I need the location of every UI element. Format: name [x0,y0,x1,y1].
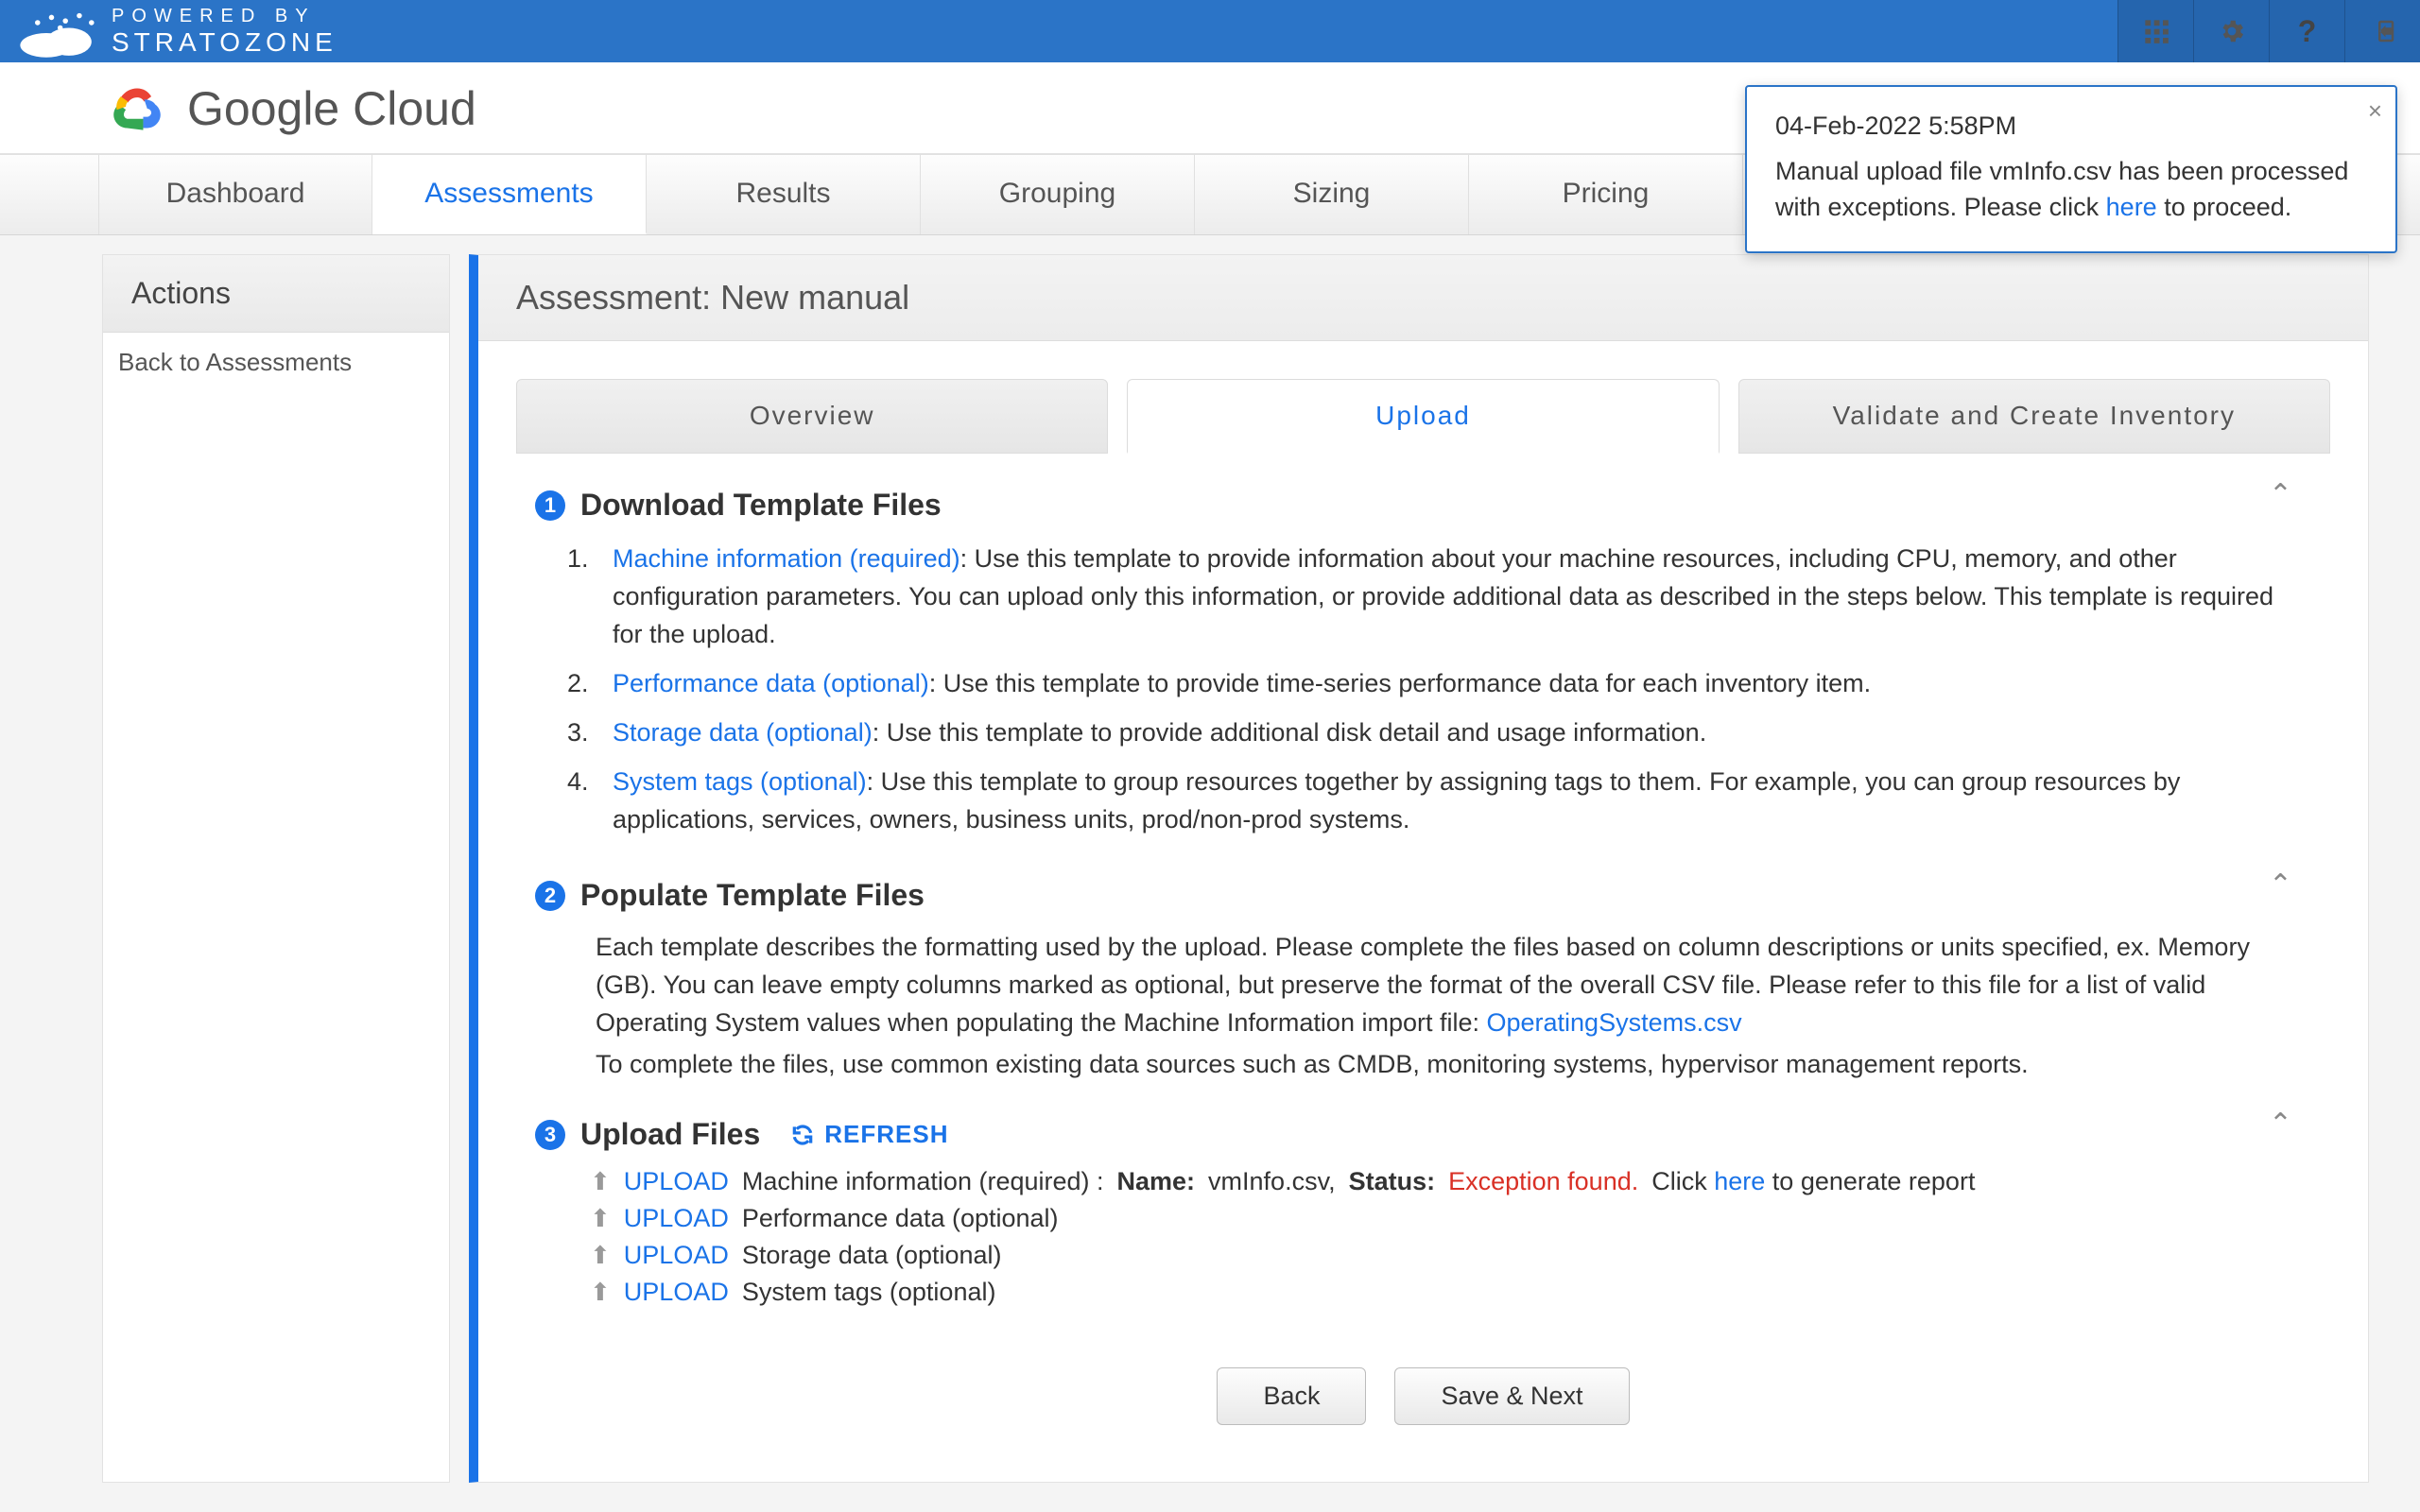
google-cloud-icon [104,82,170,135]
upload-row-performance: ⬆ UPLOAD Performance data (optional) [590,1200,2292,1237]
refresh-button[interactable]: REFRESH [790,1120,948,1149]
upload-link-storage[interactable]: UPLOAD [624,1241,729,1270]
back-button[interactable]: Back [1217,1367,1366,1425]
step-1-section: ⌃ 1 Download Template Files Machine info… [478,454,2368,844]
help-icon[interactable]: ? [2269,0,2344,62]
google-cloud-text: Google Cloud [187,81,476,136]
upload-link-tags[interactable]: UPLOAD [624,1278,729,1307]
main-area: Actions Back to Assessments Assessment: … [0,235,2420,1483]
notification-toast: × 04-Feb-2022 5:58PM Manual upload file … [1745,85,2397,253]
toast-message: Manual upload file vmInfo.csv has been p… [1775,153,2367,225]
step-2-number: 2 [535,881,565,911]
system-tags-link[interactable]: System tags (optional) [613,767,867,796]
machine-info-link[interactable]: Machine information (required) [613,544,960,573]
close-icon[interactable]: × [2368,93,2382,129]
back-to-assessments-link[interactable]: Back to Assessments [103,333,449,392]
file-name: vmInfo.csv, [1208,1167,1336,1196]
save-next-button[interactable]: Save & Next [1394,1367,1629,1425]
upload-link-performance[interactable]: UPLOAD [624,1204,729,1233]
actions-sidebar: Actions Back to Assessments [102,254,450,1483]
upload-row-machine: ⬆ UPLOAD Machine information (required) … [590,1163,2292,1200]
step-2-section: ⌃ 2 Populate Template Files Each templat… [478,844,2368,1083]
content-panel: Assessment: New manual Overview Upload V… [469,254,2369,1483]
step-1-number: 1 [535,490,565,521]
chevron-up-icon[interactable]: ⌃ [2269,868,2292,902]
refresh-icon [790,1123,815,1147]
upload-link-machine[interactable]: UPLOAD [624,1167,729,1196]
subtab-validate[interactable]: Validate and Create Inventory [1738,379,2330,454]
subtab-upload[interactable]: Upload [1127,379,1719,454]
step-1-title: Download Template Files [580,488,942,523]
template-item-tags: System tags (optional): Use this templat… [586,757,2292,844]
name-label: Name: [1117,1167,1196,1196]
nav-tab-results[interactable]: Results [647,155,921,234]
topbar-actions: ? [2118,0,2420,62]
upload-label: Performance data (optional) [742,1204,1059,1233]
chevron-up-icon[interactable]: ⌃ [2269,1108,2292,1141]
performance-data-link[interactable]: Performance data (optional) [613,669,929,697]
step-2-para-1: Each template describes the formatting u… [596,924,2292,1041]
sidebar-title: Actions [103,255,449,333]
click-text: Click here to generate report [1651,1167,1975,1196]
nav-tab-grouping[interactable]: Grouping [921,155,1195,234]
apps-icon[interactable] [2118,0,2193,62]
upload-icon: ⬆ [590,1204,611,1233]
upload-label: System tags (optional) [742,1278,996,1307]
step-3-number: 3 [535,1120,565,1150]
upload-icon: ⬆ [590,1241,611,1270]
nav-tab-sizing[interactable]: Sizing [1195,155,1469,234]
template-list: Machine information (required): Use this… [586,534,2292,844]
subtab-overview[interactable]: Overview [516,379,1108,454]
assessment-title: Assessment: New manual [478,255,2368,341]
generate-report-link[interactable]: here [1714,1167,1765,1195]
storage-data-link[interactable]: Storage data (optional) [613,718,873,747]
upload-row-storage: ⬆ UPLOAD Storage data (optional) [590,1237,2292,1274]
button-row: Back Save & Next [478,1367,2368,1425]
status-value: Exception found. [1448,1167,1638,1196]
status-label: Status: [1349,1167,1436,1196]
gear-icon[interactable] [2193,0,2269,62]
upload-icon: ⬆ [590,1278,611,1307]
powered-by-label: POWERED BY [112,6,337,27]
step-2-title: Populate Template Files [580,878,925,913]
step-2-para-2: To complete the files, use common existi… [596,1041,2292,1083]
brand-name: STRATOZONE [112,27,337,58]
template-item-machine: Machine information (required): Use this… [586,534,2292,659]
step-3-section: ⌃ 3 Upload Files REFRESH ⬆ UPLOAD Machin… [478,1083,2368,1311]
stratozone-text: POWERED BY STRATOZONE [112,6,337,58]
stratozone-cloud-icon [13,3,100,60]
template-item-performance: Performance data (optional): Use this te… [586,659,2292,708]
toast-here-link[interactable]: here [2106,193,2157,221]
chevron-up-icon[interactable]: ⌃ [2269,478,2292,511]
nav-tab-dashboard[interactable]: Dashboard [98,155,372,234]
content-subtabs: Overview Upload Validate and Create Inve… [478,341,2368,454]
upload-label: Storage data (optional) [742,1241,1002,1270]
nav-tab-assessments[interactable]: Assessments [372,155,647,234]
nav-tab-pricing[interactable]: Pricing [1469,155,1743,234]
operating-systems-link[interactable]: OperatingSystems.csv [1487,1008,1742,1037]
toast-timestamp: 04-Feb-2022 5:58PM [1775,108,2367,144]
step-3-title: Upload Files [580,1117,760,1152]
upload-label: Machine information (required) : [742,1167,1104,1196]
template-item-storage: Storage data (optional): Use this templa… [586,708,2292,757]
logout-icon[interactable] [2344,0,2420,62]
top-bar: POWERED BY STRATOZONE ? [0,0,2420,62]
upload-icon: ⬆ [590,1167,611,1196]
upload-row-tags: ⬆ UPLOAD System tags (optional) [590,1274,2292,1311]
